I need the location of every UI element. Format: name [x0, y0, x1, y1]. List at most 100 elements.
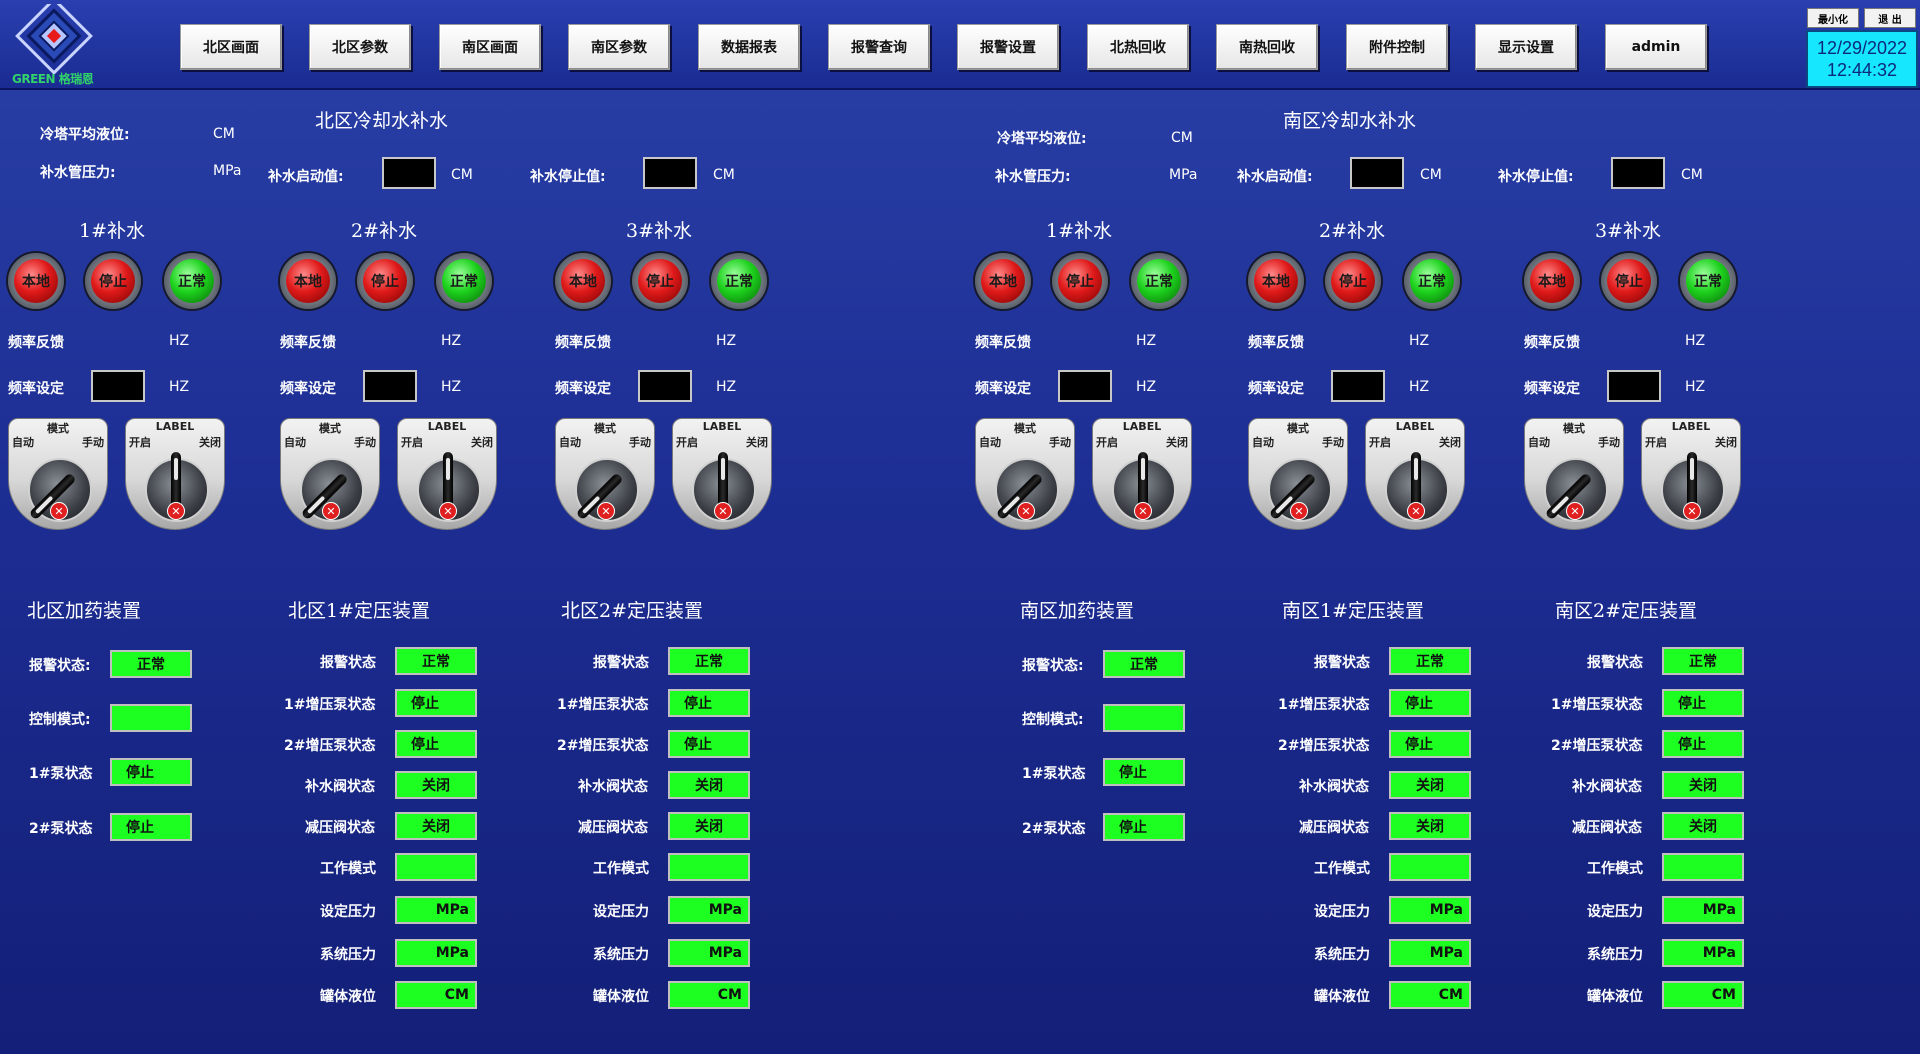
nav-alarm-query-button[interactable]: 报警查询 [828, 24, 930, 70]
south-pump3-freq-set-input[interactable] [1607, 370, 1661, 402]
north-pump2-valve-switch[interactable]: LABEL 开启 关闭 ✕ [397, 418, 497, 530]
north-pressure2-work-mode-label: 工作模式 [593, 861, 649, 877]
south-pump2-freq-set-input[interactable] [1331, 370, 1385, 402]
north-pump2-title: 2#补水 [351, 220, 418, 242]
south-pressure2-relief-valve-status: 关闭 [1662, 812, 1744, 840]
north-pressure1-relief-valve-status: 关闭 [395, 812, 477, 840]
south-dosing-control-label: 控制模式: [1022, 712, 1084, 728]
south-start-value-input[interactable] [1350, 157, 1404, 189]
south-pump3-mode-switch[interactable]: 模式 自动 手动 ✕ [1524, 418, 1624, 530]
north-pressure2-sys-pressure-label: 系统压力 [593, 947, 649, 963]
nav-south-params-button[interactable]: 南区参数 [568, 24, 670, 70]
nav-display-settings-button[interactable]: 显示设置 [1475, 24, 1577, 70]
x-icon: ✕ [167, 502, 185, 520]
time-text: 12:44:32 [1826, 60, 1898, 80]
south-pressure1-set-pressure-label: 设定压力 [1314, 904, 1370, 920]
north-pressure2-boost2-label: 2#增压泵状态 [557, 738, 649, 754]
south-start-value-unit: CM [1420, 167, 1442, 183]
north-pressure1-alarm-status: 正常 [395, 647, 477, 675]
top-bar: GREEN 格瑞恩 北区画面 北区参数 南区画面 南区参数 数据报表 报警查询 … [0, 0, 1920, 90]
south-pump2-freq-feedback-label: 频率反馈 [1248, 335, 1304, 351]
north-dosing-pump2-status: 停止 [110, 813, 192, 841]
south-pump3-freq-set-unit: HZ [1685, 379, 1706, 395]
north-pressure1-fill-valve-status: 关闭 [395, 771, 477, 799]
north-stop-value-label: 补水停止值: [530, 169, 606, 185]
south-pump1-valve-switch[interactable]: LABEL 开启 关闭 ✕ [1092, 418, 1192, 530]
north-pressure1-set-pressure-label: 设定压力 [320, 904, 376, 920]
south-stop-value-input[interactable] [1611, 157, 1665, 189]
north-pressure1-sys-pressure: MPa [395, 939, 477, 967]
minimize-button[interactable]: 最小化 [1807, 8, 1859, 28]
x-icon: ✕ [322, 502, 340, 520]
south-pressure1-fill-valve-label: 补水阀状态 [1299, 779, 1369, 795]
north-pump1-mode-switch[interactable]: 模式 自动 手动 ✕ [8, 418, 108, 530]
north-pump2-freq-set-input[interactable] [363, 370, 417, 402]
nav-data-report-button[interactable]: 数据报表 [698, 24, 800, 70]
north-pump2-stop-lamp: 停止 [357, 253, 413, 309]
north-pump2-freq-feedback-label: 频率反馈 [280, 335, 336, 351]
north-pressure2-alarm-label: 报警状态 [593, 655, 649, 671]
north-pressure1-boost2-status: 停止 [395, 730, 477, 758]
south-pressure1-tank-level: CM [1389, 981, 1471, 1009]
north-pump3-freq-set-input[interactable] [638, 370, 692, 402]
nav-north-screen-button[interactable]: 北区画面 [180, 24, 282, 70]
nav-accessory-control-button[interactable]: 附件控制 [1346, 24, 1448, 70]
south-pressure1-alarm-status: 正常 [1389, 647, 1471, 675]
north-pump1-local-lamp: 本地 [8, 253, 64, 309]
x-icon: ✕ [1407, 502, 1425, 520]
north-pressure2-title: 北区2#定压装置 [561, 600, 704, 622]
south-pump2-freq-set-unit: HZ [1409, 379, 1430, 395]
north-pump3-mode-switch[interactable]: 模式 自动 手动 ✕ [555, 418, 655, 530]
nav-alarm-settings-button[interactable]: 报警设置 [957, 24, 1059, 70]
south-cooling-water-title: 南区冷却水补水 [1283, 110, 1417, 132]
nav-north-params-button[interactable]: 北区参数 [309, 24, 411, 70]
south-pipe-pressure-label: 补水管压力: [995, 169, 1071, 185]
south-avg-level-label: 冷塔平均液位: [997, 131, 1087, 147]
north-pressure2-relief-valve-label: 减压阀状态 [578, 820, 648, 836]
south-pump3-valve-switch[interactable]: LABEL 开启 关闭 ✕ [1641, 418, 1741, 530]
north-pump2-mode-switch[interactable]: 模式 自动 手动 ✕ [280, 418, 380, 530]
nav-north-heat-recovery-button[interactable]: 北热回收 [1087, 24, 1189, 70]
nav-south-screen-button[interactable]: 南区画面 [439, 24, 541, 70]
north-pressure1-boost2-label: 2#增压泵状态 [284, 738, 376, 754]
north-start-value-unit: CM [451, 167, 473, 183]
south-pump1-mode-switch[interactable]: 模式 自动 手动 ✕ [975, 418, 1075, 530]
x-icon: ✕ [1017, 502, 1035, 520]
nav-south-heat-recovery-button[interactable]: 南热回收 [1216, 24, 1318, 70]
south-pressure2-tank-level-label: 罐体液位 [1587, 989, 1643, 1005]
north-pump1-valve-switch[interactable]: LABEL 开启 关闭 ✕ [125, 418, 225, 530]
north-stop-value-input[interactable] [643, 157, 697, 189]
north-dosing-alarm-status: 正常 [110, 650, 192, 678]
north-pressure2-work-mode [668, 853, 750, 881]
nav-user-button[interactable]: admin [1605, 24, 1707, 70]
north-start-value-label: 补水启动值: [268, 169, 344, 185]
south-start-value-label: 补水启动值: [1237, 169, 1313, 185]
north-pressure2-boost1-status: 停止 [668, 689, 750, 717]
south-pump2-mode-switch[interactable]: 模式 自动 手动 ✕ [1248, 418, 1348, 530]
north-pump3-valve-switch[interactable]: LABEL 开启 关闭 ✕ [672, 418, 772, 530]
north-pressure2-tank-level-label: 罐体液位 [593, 989, 649, 1005]
south-dosing-title: 南区加药装置 [1020, 600, 1135, 622]
north-pump3-normal-lamp: 正常 [711, 253, 767, 309]
exit-button[interactable]: 退 出 [1864, 8, 1916, 28]
north-stop-value-unit: CM [713, 167, 735, 183]
north-pressure1-boost1-label: 1#增压泵状态 [284, 697, 376, 713]
north-pressure2-set-pressure-label: 设定压力 [593, 904, 649, 920]
north-pump1-freq-set-input[interactable] [91, 370, 145, 402]
south-pressure2-alarm-label: 报警状态 [1587, 655, 1643, 671]
south-pump2-freq-set-label: 频率设定 [1248, 381, 1304, 397]
north-pressure2-boost2-status: 停止 [668, 730, 750, 758]
south-pressure1-relief-valve-label: 减压阀状态 [1299, 820, 1369, 836]
north-pressure2-alarm-status: 正常 [668, 647, 750, 675]
south-pump2-freq-feedback-unit: HZ [1409, 333, 1430, 349]
south-pressure2-title: 南区2#定压装置 [1555, 600, 1698, 622]
south-pump1-stop-lamp: 停止 [1052, 253, 1108, 309]
company-logo: GREEN 格瑞恩 [6, 0, 106, 86]
south-pressure1-boost2-label: 2#增压泵状态 [1278, 738, 1370, 754]
south-dosing-alarm-status: 正常 [1103, 650, 1185, 678]
south-pressure2-sys-pressure-label: 系统压力 [1587, 947, 1643, 963]
south-pump1-freq-set-unit: HZ [1136, 379, 1157, 395]
south-pump2-valve-switch[interactable]: LABEL 开启 关闭 ✕ [1365, 418, 1465, 530]
north-start-value-input[interactable] [382, 157, 436, 189]
south-pump1-freq-set-input[interactable] [1058, 370, 1112, 402]
